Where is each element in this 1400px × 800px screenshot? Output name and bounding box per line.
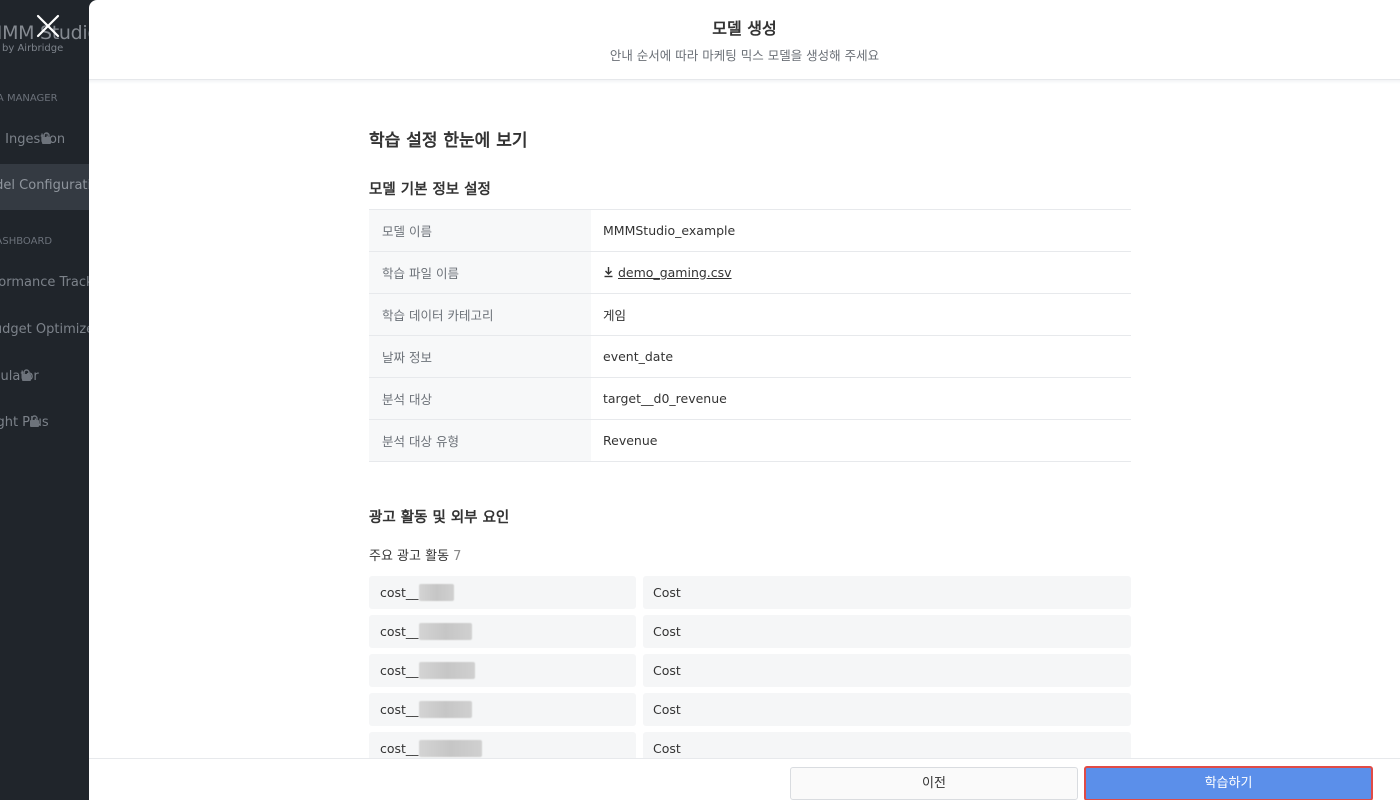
redacted-text (419, 740, 483, 757)
lock-icon (21, 369, 56, 381)
sidebar-item-label: Model Configuration (0, 178, 100, 193)
row-key: 학습 데이터 카테고리 (369, 293, 591, 336)
row-value: 게임 (603, 308, 627, 323)
create-model-modal: 모델 생성 안내 순서에 따라 마케팅 믹스 모델을 생성해 주세요 학습 설정… (89, 0, 1400, 800)
table-row: 날짜 정보 event_date (369, 335, 1131, 378)
row-value: MMMStudio_example (603, 223, 736, 238)
channel-type: Cost (643, 654, 1131, 687)
channel-name-prefix: cost__ (380, 585, 419, 600)
redacted-text (419, 584, 455, 601)
channel-name: cost__ (369, 693, 636, 726)
basic-info-table: 모델 이름 MMMStudio_example 학습 파일 이름 demo_ga… (369, 209, 1131, 462)
channel-name-prefix: cost__ (380, 702, 419, 717)
modal-subtitle: 안내 순서에 따라 마케팅 믹스 모델을 생성해 주세요 (609, 48, 880, 63)
basic-info-heading: 모델 기본 정보 설정 (369, 182, 491, 198)
channel-name: cost__ (369, 732, 636, 758)
sidebar-section-dashboard: DASHBOARD (0, 236, 53, 247)
row-key: 분석 대상 (369, 377, 591, 420)
sidebar-item-simulator[interactable]: Simulator (0, 355, 100, 401)
sidebar: MMM Studio by Airbridge DATA MANAGER Dat… (0, 0, 100, 800)
sidebar-item-data-ingestion[interactable]: Data Ingestion (0, 118, 100, 164)
channel-name: cost__ (369, 576, 636, 609)
redacted-text (419, 662, 476, 679)
row-value: event_date (603, 349, 674, 364)
modal-footer: 이전 학습하기 (89, 758, 1400, 800)
start-training-button[interactable]: 학습하기 (1084, 766, 1373, 800)
main-ad-activity-count: 7 (453, 549, 462, 564)
sidebar-item-insight-plus[interactable]: Insight Plus (0, 401, 100, 447)
modal-content[interactable]: 학습 설정 한눈에 보기 모델 기본 정보 설정 모델 이름 MMMStudio… (369, 84, 1131, 758)
modal-title: 모델 생성 (712, 19, 777, 38)
sidebar-item-label: Data Ingestion (0, 132, 66, 147)
channel-name: cost__ (369, 615, 636, 648)
channel-type: Cost (643, 576, 1131, 609)
sidebar-item-performance-tracker[interactable]: Performance Tracker (0, 261, 100, 307)
sidebar-item-label: Performance Tracker (0, 275, 100, 290)
row-value: Revenue (603, 433, 658, 448)
lock-icon (29, 415, 66, 427)
modal-header: 모델 생성 안내 순서에 따라 마케팅 믹스 모델을 생성해 주세요 (89, 0, 1400, 80)
row-value: target__d0_revenue (603, 391, 727, 406)
channel-name: cost__ (369, 654, 636, 687)
sidebar-item-budget-optimizer[interactable]: Budget Optimizer (0, 308, 100, 354)
channel-name-prefix: cost__ (380, 741, 419, 756)
row-key: 분석 대상 유형 (369, 419, 591, 462)
redacted-text (419, 701, 473, 718)
channel-type: Cost (643, 615, 1131, 648)
close-icon (36, 14, 60, 38)
list-item: cost__ Cost (369, 732, 1131, 758)
training-file-link[interactable]: demo_gaming.csv (618, 265, 732, 280)
ad-activity-heading: 광고 활동 및 외부 요인 (369, 510, 510, 526)
list-item: cost__ Cost (369, 654, 1131, 687)
main-ad-activity-label: 주요 광고 활동 7 (369, 545, 461, 564)
sidebar-item-label: Budget Optimizer (0, 322, 100, 337)
table-row: 학습 파일 이름 demo_gaming.csv (369, 251, 1131, 294)
row-value: demo_gaming.csv (591, 252, 1131, 294)
channel-type: Cost (643, 693, 1131, 726)
download-icon (603, 266, 614, 278)
table-row: 분석 대상 target__d0_revenue (369, 377, 1131, 420)
table-row: 모델 이름 MMMStudio_example (369, 209, 1131, 252)
ad-activity-list: cost__ Cost cost__ Cost cost__ Cost cost… (369, 576, 1131, 758)
sidebar-section-data-manager: DATA MANAGER (0, 93, 58, 104)
row-key: 날짜 정보 (369, 335, 591, 378)
list-item: cost__ Cost (369, 576, 1131, 609)
sidebar-item-label: Simulator (0, 369, 39, 384)
table-row: 분석 대상 유형 Revenue (369, 419, 1131, 462)
channel-name-prefix: cost__ (380, 663, 419, 678)
previous-button[interactable]: 이전 (790, 767, 1078, 800)
table-row: 학습 데이터 카테고리 게임 (369, 293, 1131, 336)
list-item: cost__ Cost (369, 615, 1131, 648)
sidebar-item-model-configuration[interactable]: Model Configuration (0, 164, 100, 210)
list-item: cost__ Cost (369, 693, 1131, 726)
channel-name-prefix: cost__ (380, 624, 419, 639)
sidebar-item-label: Insight Plus (0, 415, 49, 430)
overview-heading: 학습 설정 한눈에 보기 (369, 131, 528, 151)
close-button[interactable] (34, 12, 62, 40)
row-key: 학습 파일 이름 (369, 251, 591, 294)
channel-type: Cost (643, 732, 1131, 758)
lock-icon (42, 132, 82, 144)
main-ad-activity-text: 주요 광고 활동 (369, 549, 450, 564)
row-key: 모델 이름 (369, 209, 591, 252)
app-logo-subtitle: by Airbridge (2, 43, 64, 54)
redacted-text (419, 623, 473, 640)
